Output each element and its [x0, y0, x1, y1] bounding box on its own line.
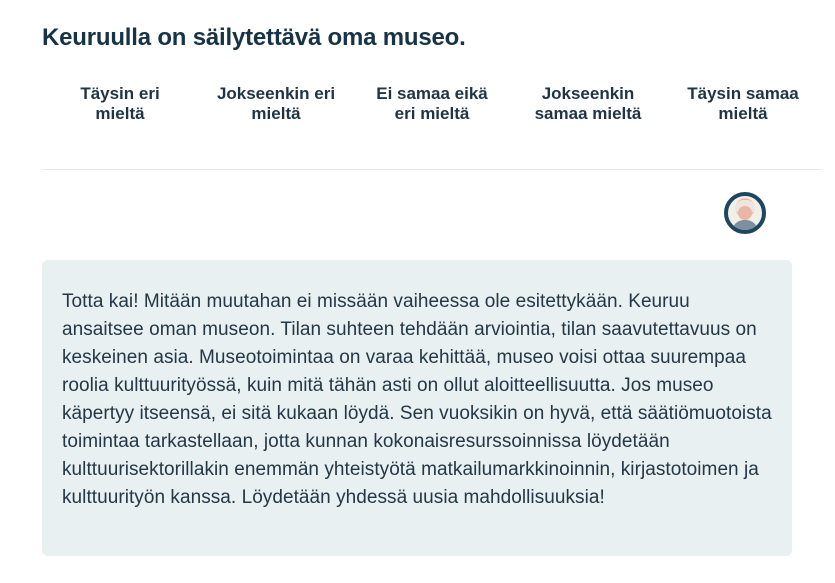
scale-option-somewhat-disagree[interactable]: Jokseenkin eri mieltä — [206, 84, 346, 124]
comment-text: Totta kai! Mitään muutahan ei missään va… — [62, 291, 772, 508]
avatar-shirt — [732, 220, 758, 230]
comment-box: Totta kai! Mitään muutahan ei missään va… — [42, 260, 792, 556]
section-divider — [42, 169, 822, 170]
scale-option-strongly-agree[interactable]: Täysin samaa mieltä — [673, 84, 813, 124]
scale-option-strongly-disagree[interactable]: Täysin eri mieltä — [50, 84, 190, 124]
person-avatar-icon — [724, 192, 766, 234]
scale-option-somewhat-agree[interactable]: Jokseenkin samaa mieltä — [518, 84, 658, 124]
avatar-face — [738, 206, 752, 220]
agreement-scale: Täysin eri mieltä Jokseenkin eri mieltä … — [42, 84, 822, 128]
scale-option-neutral[interactable]: Ei samaa eikä eri mieltä — [362, 84, 502, 124]
question-title: Keuruulla on säilytettävä oma museo. — [42, 24, 466, 51]
page: Keuruulla on säilytettävä oma museo. Täy… — [0, 0, 835, 583]
